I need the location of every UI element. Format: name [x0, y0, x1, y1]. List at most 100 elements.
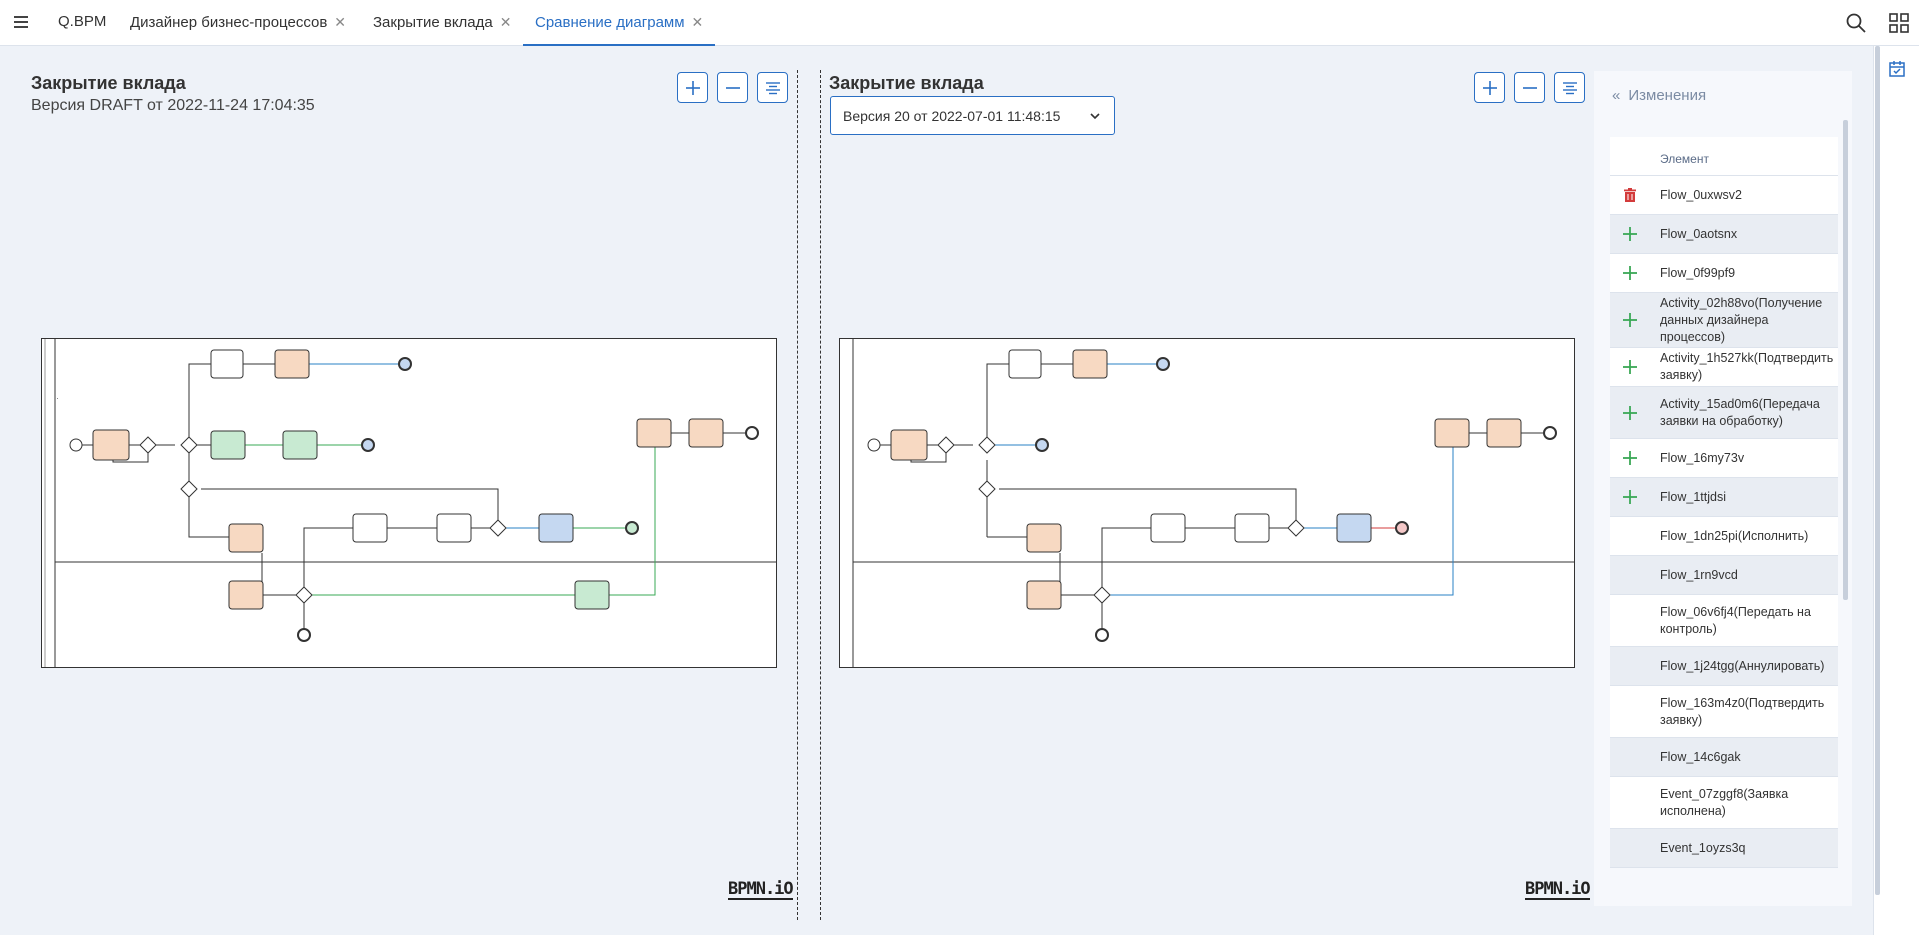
change-row-label: Event_1oyzs3q: [1660, 840, 1746, 855]
change-row[interactable]: Flow_1rn9vcd: [1610, 556, 1838, 595]
end-event: [625, 521, 639, 535]
plus-icon: [1623, 490, 1637, 504]
change-row-label: Event_07zggf8(Заявка исполнена): [1660, 786, 1789, 818]
change-row[interactable]: Flow_163m4z0(Подтвердить заявку): [1610, 686, 1838, 738]
tab-diagram-compare[interactable]: Сравнение диаграмм ✕: [523, 0, 716, 46]
change-row-label: Flow_1dn25pi(Исполнить): [1660, 528, 1809, 543]
plus-icon: [1483, 81, 1497, 95]
change-row-label: Activity_15ad0m6(Передача заявки на обра…: [1660, 396, 1820, 428]
calendar-check-icon[interactable]: [1888, 60, 1906, 78]
tab-label: Дизайнер бизнес-процессов: [130, 14, 328, 31]
end-event: [1543, 426, 1557, 440]
plus-icon: [1623, 451, 1637, 465]
pool: [839, 338, 1575, 668]
trash-icon: [1624, 188, 1636, 202]
left-diagram-version: Версия DRAFT от 2022-11-24 17:04:35: [31, 97, 315, 114]
left-zoom-in-button[interactable]: [677, 72, 708, 103]
change-row-label: Flow_14c6gak: [1660, 749, 1741, 764]
change-row[interactable]: Flow_1j24tgg(Аннулировать): [1610, 647, 1838, 686]
plus-icon: [1623, 227, 1637, 241]
left-diagram-title: Закрытие вклада: [31, 73, 186, 93]
version-select[interactable]: Версия 20 от 2022-07-01 11:48:15: [830, 96, 1115, 135]
panel-divider: [797, 70, 798, 920]
change-row[interactable]: Activity_1h527kk(Подтвердить заявку): [1610, 348, 1838, 387]
tab-label: Закрытие вклада: [373, 14, 493, 31]
bpmn-io-logo[interactable]: BPMN.iO: [728, 880, 794, 900]
panel-divider: [820, 70, 821, 920]
right-fit-button[interactable]: [1554, 72, 1585, 103]
tab-process-designer[interactable]: Дизайнер бизнес-процессов ✕: [130, 0, 346, 46]
change-row[interactable]: Flow_0f99pf9: [1610, 254, 1838, 293]
right-zoom-in-button[interactable]: [1474, 72, 1505, 103]
change-row-label: Flow_06v6fj4(Передать на контроль): [1660, 604, 1811, 636]
left-bpmn-diagram[interactable]: [41, 338, 777, 668]
change-row-label: Flow_1j24tgg(Аннулировать): [1660, 658, 1825, 673]
change-row[interactable]: Flow_0aotsnx: [1610, 215, 1838, 254]
tab-deposit-closing[interactable]: Закрытие вклада ✕: [373, 0, 511, 46]
right-bpmn-diagram[interactable]: [839, 338, 1575, 668]
minus-icon: [1523, 87, 1537, 89]
end-event: [745, 426, 759, 440]
start-event: [867, 438, 881, 452]
change-row[interactable]: Flow_14c6gak: [1610, 738, 1838, 777]
change-row-label: Activity_02h88vo(Получение данных дизайн…: [1660, 295, 1823, 344]
end-event: [1035, 438, 1049, 452]
change-row-label: Flow_1rn9vcd: [1660, 567, 1738, 582]
close-icon[interactable]: ✕: [500, 0, 512, 44]
close-icon[interactable]: ✕: [334, 0, 346, 44]
changes-title: Изменения: [1628, 87, 1707, 104]
change-row-label: Flow_0f99pf9: [1660, 265, 1736, 280]
change-row-label: Flow_0uxwsv2: [1660, 187, 1742, 202]
plus-icon: [1623, 360, 1637, 374]
double-chevron-left-icon: «: [1612, 87, 1621, 104]
minus-icon: [726, 87, 740, 89]
search-icon[interactable]: [1845, 12, 1867, 34]
end-event: [297, 628, 311, 642]
change-row-label: Activity_1h527kk(Подтвердить заявку): [1660, 351, 1834, 382]
changes-table: Элемент Flow_0uxwsv2 Flow_0aotsnx Flow_0f9…: [1610, 137, 1838, 868]
changes-scrollbar[interactable]: [1843, 120, 1848, 600]
change-row[interactable]: Event_1oyzs3q: [1610, 829, 1838, 868]
plus-icon: [1623, 405, 1637, 420]
align-center-icon: [1563, 82, 1577, 95]
left-fit-button[interactable]: [757, 72, 788, 103]
plus-icon: [1623, 313, 1637, 327]
change-row[interactable]: Flow_06v6fj4(Передать на контроль): [1610, 595, 1838, 647]
change-row-label: Flow_16my73v: [1660, 450, 1745, 465]
right-zoom-out-button[interactable]: [1514, 72, 1545, 103]
close-icon[interactable]: ✕: [692, 0, 704, 44]
app-brand[interactable]: Q.BPM: [58, 13, 106, 30]
change-row[interactable]: Flow_1ttjdsi: [1610, 478, 1838, 517]
change-row[interactable]: Activity_02h88vo(Получение данных дизайн…: [1610, 293, 1838, 348]
right-diagram-title: Закрытие вклада: [829, 73, 984, 93]
change-row[interactable]: Event_07zggf8(Заявка исполнена): [1610, 777, 1838, 829]
apps-grid-icon[interactable]: [1888, 12, 1910, 34]
change-row[interactable]: Flow_0uxwsv2: [1610, 176, 1838, 215]
pool: [41, 338, 777, 668]
menu-icon[interactable]: [14, 14, 30, 30]
changes-collapse-toggle[interactable]: « Изменения: [1612, 87, 1706, 104]
end-event: [1156, 357, 1170, 371]
changes-column-header: Элемент: [1610, 137, 1838, 176]
start-event: [69, 438, 83, 452]
end-event: [361, 438, 375, 452]
change-row[interactable]: Flow_1dn25pi(Исполнить): [1610, 517, 1838, 556]
end-event: [1095, 628, 1109, 642]
version-select-value: Версия 20 от 2022-07-01 11:48:15: [843, 108, 1061, 124]
plus-icon: [686, 81, 700, 95]
chevron-down-icon: [1090, 113, 1100, 120]
change-row[interactable]: Activity_15ad0m6(Передача заявки на обра…: [1610, 387, 1838, 439]
change-row-label: Flow_0aotsnx: [1660, 226, 1738, 241]
plus-icon: [1623, 266, 1637, 280]
change-row-label: Flow_163m4z0(Подтвердить заявку): [1660, 695, 1825, 727]
bpmn-io-logo[interactable]: BPMN.iO: [1525, 880, 1591, 900]
change-row-label: Flow_1ttjdsi: [1660, 489, 1726, 504]
page-scrollbar[interactable]: [1875, 46, 1880, 895]
end-event: [398, 357, 412, 371]
align-center-icon: [766, 82, 780, 95]
changes-panel: « Изменения Элемент Flow_0uxwsv2 Flow_0aot…: [1594, 71, 1852, 906]
top-bar: Q.BPM Дизайнер бизнес-процессов ✕ Закрыти…: [0, 0, 1919, 46]
change-row[interactable]: Flow_16my73v: [1610, 439, 1838, 478]
left-zoom-out-button[interactable]: [717, 72, 748, 103]
end-event: [1395, 521, 1409, 535]
